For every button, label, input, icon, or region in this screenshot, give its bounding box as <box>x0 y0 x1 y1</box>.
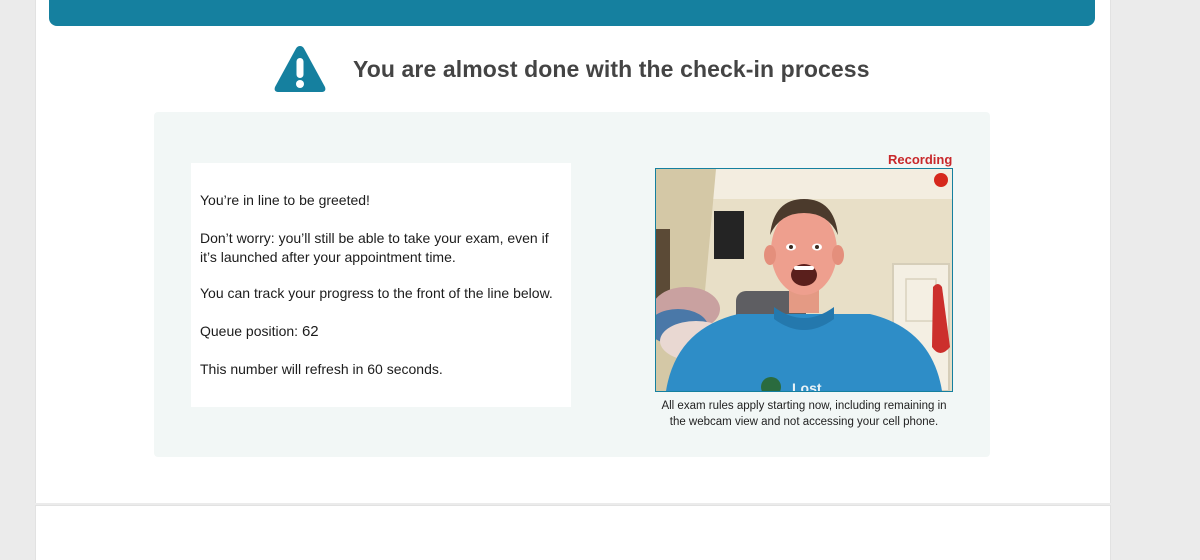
reassurance-text: Don’t worry: you’ll still be able to tak… <box>200 230 549 265</box>
recording-label: Recording <box>888 152 953 167</box>
webcam-caption: All exam rules apply starting now, inclu… <box>661 400 947 428</box>
progress-note-text: You can track your progress to the front… <box>200 285 553 301</box>
top-banner-bar <box>49 0 1095 26</box>
queue-position-value: 62 <box>301 323 319 340</box>
queue-position-line: Queue position: 62 <box>200 322 560 341</box>
greeting-text: You’re in line to be greeted! <box>200 192 370 208</box>
refresh-note-text: This number will refresh in 60 seconds. <box>200 361 443 377</box>
recording-indicator-icon <box>934 173 948 187</box>
queue-message-box: You’re in line to be greeted! Don’t worr… <box>191 163 571 407</box>
shirt-print-text: Lost <box>792 380 822 391</box>
page-title: You are almost done with the check-in pr… <box>353 56 870 82</box>
webcam-preview: Lost <box>655 168 953 392</box>
warning-icon <box>273 44 327 94</box>
footer-area <box>35 505 1111 560</box>
queue-position-label: Queue position: <box>200 323 299 339</box>
